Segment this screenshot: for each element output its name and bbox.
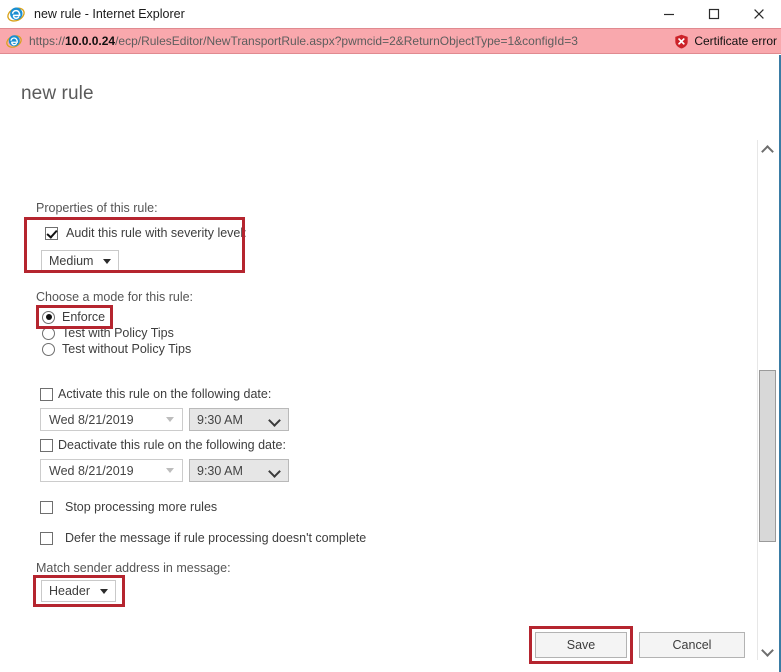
- match-sender-label: Match sender address in message:: [36, 561, 231, 575]
- radio-test-without-policy-tips-input[interactable]: [42, 342, 55, 356]
- deactivate-date-field[interactable]: Wed 8/21/2019: [40, 459, 183, 482]
- radio-test-without-policy-tips-label: Test without Policy Tips: [62, 342, 192, 356]
- deactivate-date-value: Wed 8/21/2019: [49, 463, 134, 478]
- url-path: /ecp/RulesEditor/NewTransportRule.aspx?p…: [115, 34, 578, 48]
- shield-error-icon: [675, 34, 688, 48]
- chevron-down-icon: [763, 646, 772, 655]
- page-title: new rule: [21, 83, 94, 104]
- chevron-down-icon: [166, 417, 174, 422]
- maximize-icon: [708, 8, 719, 20]
- deactivate-time-field[interactable]: 9:30 AM: [189, 459, 289, 482]
- favicon-internet-explorer-icon: [6, 35, 22, 48]
- deactivate-checkbox[interactable]: [40, 438, 53, 452]
- address-url[interactable]: https://10.0.0.24/ecp/RulesEditor/NewTra…: [29, 34, 674, 48]
- save-button[interactable]: Save: [535, 632, 627, 658]
- minimize-button[interactable]: [646, 0, 691, 28]
- title-bar: new rule - Internet Explorer: [0, 0, 781, 28]
- deactivate-checkbox-label: Deactivate this rule on the following da…: [58, 438, 286, 452]
- stop-processing-label: Stop processing more rules: [65, 500, 218, 514]
- audit-checkbox-label: Audit this rule with severity level:: [66, 226, 247, 240]
- maximize-button[interactable]: [691, 0, 736, 28]
- chevron-down-icon: [166, 468, 174, 473]
- radio-test-with-policy-tips[interactable]: Test with Policy Tips: [42, 326, 191, 340]
- scrollbar-down-button[interactable]: [758, 641, 777, 660]
- radio-enforce[interactable]: Enforce: [42, 310, 191, 324]
- certificate-error-label: Certificate error: [694, 34, 777, 48]
- deactivate-checkbox-row[interactable]: Deactivate this rule on the following da…: [40, 438, 286, 452]
- audit-checkbox[interactable]: [45, 226, 58, 240]
- chevron-down-icon: [100, 588, 108, 594]
- severity-level-value: Medium: [49, 254, 94, 268]
- mode-label: Choose a mode for this rule:: [36, 290, 194, 304]
- mode-radio-group: Enforce Test with Policy Tips Test witho…: [42, 310, 191, 358]
- radio-test-without-policy-tips[interactable]: Test without Policy Tips: [42, 342, 191, 356]
- activate-date-value: Wed 8/21/2019: [49, 412, 134, 427]
- radio-test-with-policy-tips-input[interactable]: [42, 326, 55, 340]
- stop-processing-checkbox-row[interactable]: Stop processing more rules: [40, 500, 217, 514]
- address-bar[interactable]: https://10.0.0.24/ecp/RulesEditor/NewTra…: [0, 28, 781, 54]
- match-sender-value: Header: [49, 584, 90, 598]
- defer-message-checkbox-row[interactable]: Defer the message if rule processing doe…: [40, 531, 366, 545]
- activate-checkbox[interactable]: [40, 387, 53, 401]
- internet-explorer-icon: [7, 7, 25, 22]
- activate-checkbox-row[interactable]: Activate this rule on the following date…: [40, 387, 271, 401]
- window-title: new rule - Internet Explorer: [34, 7, 185, 21]
- close-button[interactable]: [736, 0, 781, 28]
- radio-enforce-label: Enforce: [62, 310, 106, 324]
- window-controls: [646, 0, 781, 28]
- deactivate-datetime-row: Wed 8/21/2019 9:30 AM: [40, 459, 289, 482]
- minimize-icon: [663, 13, 674, 16]
- certificate-error[interactable]: Certificate error: [674, 34, 777, 49]
- rule-properties-form: Properties of this rule: Audit this rule…: [0, 113, 740, 613]
- cancel-button[interactable]: Cancel: [639, 632, 745, 658]
- severity-level-dropdown[interactable]: Medium: [41, 250, 120, 272]
- form-footer: Save Cancel: [0, 617, 745, 672]
- defer-message-checkbox[interactable]: [40, 531, 53, 545]
- audit-checkbox-row[interactable]: Audit this rule with severity level:: [45, 226, 247, 240]
- activate-time-field[interactable]: 9:30 AM: [189, 408, 289, 431]
- url-scheme: https://: [29, 34, 66, 48]
- radio-test-with-policy-tips-label: Test with Policy Tips: [62, 326, 174, 340]
- page-body: new rule Properties of this rule: Audit …: [0, 55, 781, 672]
- activate-checkbox-label: Activate this rule on the following date…: [58, 387, 272, 401]
- chevron-down-icon: [103, 258, 112, 264]
- radio-enforce-input[interactable]: [42, 310, 55, 324]
- browser-window: new rule - Internet Explorer https://10.…: [0, 0, 781, 672]
- match-sender-dropdown[interactable]: Header: [41, 580, 116, 602]
- page-scrollbar[interactable]: [757, 140, 777, 660]
- defer-message-label: Defer the message if rule processing doe…: [65, 531, 367, 545]
- activate-datetime-row: Wed 8/21/2019 9:30 AM: [40, 408, 289, 431]
- chevron-down-icon: [270, 416, 281, 423]
- url-host: 10.0.0.24: [65, 34, 116, 48]
- chevron-up-icon: [763, 145, 772, 154]
- stop-processing-checkbox[interactable]: [40, 500, 53, 514]
- chevron-down-icon: [270, 467, 281, 474]
- deactivate-time-value: 9:30 AM: [197, 463, 243, 478]
- scrollbar-thumb[interactable]: [759, 370, 776, 542]
- scrollbar-up-button[interactable]: [758, 140, 777, 159]
- activate-time-value: 9:30 AM: [197, 412, 243, 427]
- properties-label: Properties of this rule:: [36, 201, 158, 215]
- close-icon: [753, 9, 764, 19]
- activate-date-field[interactable]: Wed 8/21/2019: [40, 408, 183, 431]
